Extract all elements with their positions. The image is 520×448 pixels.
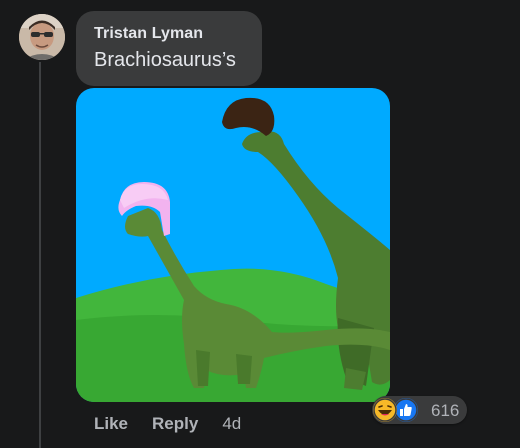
comment-text: Brachiosaurus’s: [94, 49, 236, 71]
comment-actions: Like Reply 4d: [94, 412, 241, 436]
comment-image-attachment[interactable]: [76, 88, 390, 402]
reactions-summary[interactable]: 616: [372, 396, 467, 424]
avatar-photo: [19, 14, 65, 60]
avatar[interactable]: [19, 14, 65, 60]
thread-connector-line: [39, 62, 41, 448]
reaction-count: 616: [431, 401, 460, 420]
comment-bubble: Tristan Lyman Brachiosaurus’s: [76, 11, 262, 86]
comment-timestamp[interactable]: 4d: [222, 414, 241, 434]
like-thumb-icon: [394, 398, 418, 422]
reply-button[interactable]: Reply: [152, 414, 198, 434]
comment-author-name[interactable]: Tristan Lyman: [94, 25, 203, 43]
like-button[interactable]: Like: [94, 414, 128, 434]
brachiosaurus-drawing: [76, 88, 390, 402]
laughing-face-icon: [373, 398, 397, 422]
